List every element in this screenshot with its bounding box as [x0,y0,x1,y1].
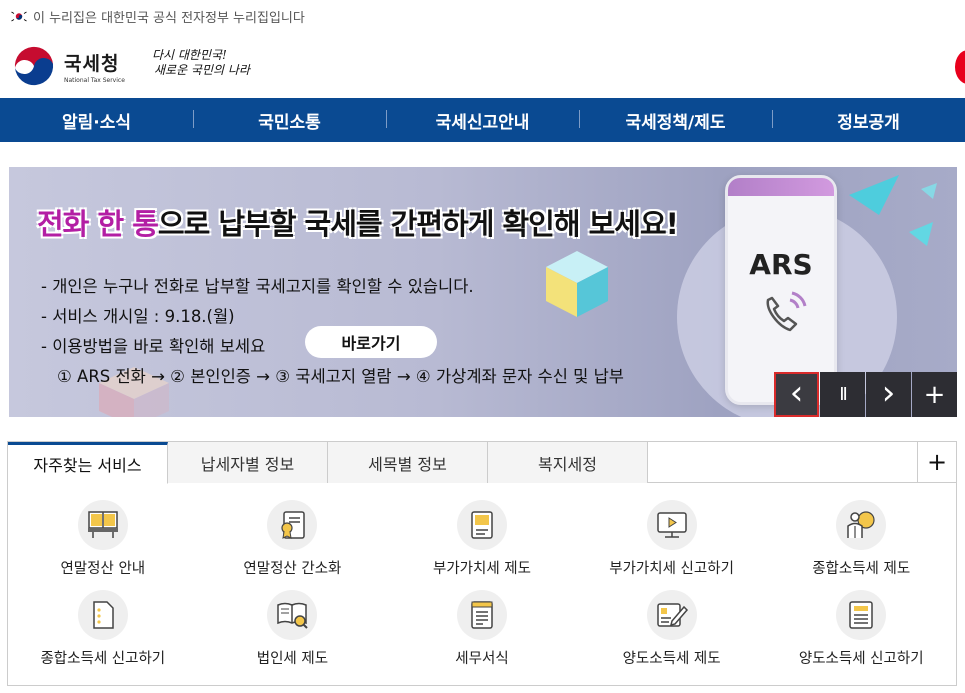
banner-next-button[interactable]: › [866,372,911,417]
tab-frequent-services[interactable]: 자주찾는 서비스 [8,442,168,484]
tab-tax-item-info[interactable]: 세목별 정보 [328,442,488,483]
pause-icon: II [839,384,848,405]
certificate-icon [267,500,318,550]
service-label: 연말정산 안내 [60,561,146,577]
banner-headline-rest: 으로 납부할 국세를 간편하게 확인해 보세요! [157,207,679,241]
service-label: 종합소득세 신고하기 [40,651,166,667]
nav-item-notice[interactable]: 알림·소식 [0,108,193,133]
banner-headline-highlight: 전화 한 통 [37,207,159,241]
service-label: 양도소득세 제도 [622,651,721,667]
tab-taxpayer-info[interactable]: 납세자별 정보 [168,442,328,483]
service-label: 법인세 제도 [256,651,329,667]
service-item[interactable]: 연말정산 간소화 [198,500,388,578]
service-label: 연말정산 간소화 [243,561,342,577]
logo-text-en: National Tax Service [64,76,125,84]
banner-pause-button[interactable]: II [820,372,865,417]
service-item[interactable]: 연말정산 안내 [8,500,198,578]
main-banner: 전화 한 통으로 납부할 국세를 간편하게 확인해 보세요! - 개인은 누구나… [9,167,957,417]
nav-item-tax-filing[interactable]: 국세신고안내 [386,108,579,133]
service-item[interactable]: 종합소득세 신고하기 [8,590,198,668]
service-label: 부가가치세 제도 [432,561,531,577]
nav-item-tax-policy[interactable]: 국세정책/제도 [579,108,772,133]
korea-flag-icon [10,9,28,23]
slogan-line2: 새로운 국민의 나라 [154,63,250,77]
list-doc-icon [836,590,887,640]
pencil-doc-icon [646,590,697,640]
nts-logo[interactable]: 국세청 National Tax Service [12,44,125,88]
banner-prev-button[interactable]: ‹ [774,372,819,417]
decorative-triangle-icon [909,222,933,246]
nav-item-disclosure[interactable]: 정보공개 [772,108,965,133]
site-header: 국세청 National Tax Service 다시 대한민국! 새로운 국민… [0,32,965,98]
service-item[interactable]: 법인세 제도 [198,590,388,668]
banner-bullet-1: - 개인은 누구나 전화로 납부할 국세고지를 확인할 수 있습니다. [41,277,474,296]
services-more-button[interactable]: + [918,442,956,482]
form-icon [456,590,507,640]
service-item[interactable]: 부가가치세 신고하기 [577,500,767,578]
service-item[interactable]: 양도소득세 제도 [577,590,767,668]
service-item[interactable]: 양도소득세 신고하기 [766,590,956,668]
tab-welfare-tax[interactable]: 복지세정 [488,442,648,483]
service-item[interactable]: 종합소득세 제도 [766,500,956,578]
banner-bullet-3: - 이용방법을 바로 확인해 보세요 [41,337,266,356]
services-grid: 연말정산 안내 연말정산 간소화 부가가치세 제도 부가가치세 신고하기 종합소… [8,500,956,668]
monitor-icon [646,500,697,550]
gov-banner-text: 이 누리집은 대한민국 공식 전자정부 누리집입니다 [33,10,305,26]
gov-official-banner: 이 누리집은 대한민국 공식 전자정부 누리집입니다 [0,0,965,32]
decorative-cube-icon [546,251,608,317]
person-bulb-icon [836,500,887,550]
service-item[interactable]: 세무서식 [387,590,577,668]
service-label: 양도소득세 신고하기 [798,651,924,667]
chevron-right-icon: › [881,372,896,413]
service-label: 종합소득세 제도 [812,561,911,577]
services-panel: 자주찾는 서비스 납세자별 정보 세목별 정보 복지세정 + 연말정산 안내 연… [7,441,957,686]
telephone-icon [766,291,807,332]
decorative-triangle-icon [921,183,937,199]
banner-bullet-2: - 서비스 개시일 : 9.18.(월) [41,307,235,326]
main-nav: 알림·소식 국민소통 국세신고안내 국세정책/제도 정보공개 [0,98,965,142]
open-book-icon [77,500,128,550]
phone-ars-text: ARS [749,248,813,281]
taegeuk-emblem-icon [13,45,55,87]
slogan: 다시 대한민국! 새로운 국민의 나라 [152,48,250,78]
book-icon [456,500,507,550]
phone-illustration: ARS [725,175,837,405]
banner-goto-button[interactable]: 바로가기 [305,326,437,358]
banner-steps: ① ARS 전화 → ② 본인인증 → ③ 국세고지 열람 → ④ 가상계좌 문… [57,367,624,386]
banner-headline: 전화 한 통으로 납부할 국세를 간편하게 확인해 보세요! [37,201,679,243]
document-icon [77,590,128,640]
slogan-line1: 다시 대한민국! [152,48,227,62]
plus-icon: + [926,448,948,476]
plus-icon: + [923,379,946,410]
service-label: 세무서식 [455,651,509,667]
service-item[interactable]: 부가가치세 제도 [387,500,577,578]
nav-item-communication[interactable]: 국민소통 [193,108,386,133]
service-label: 부가가치세 신고하기 [609,561,734,577]
decorative-triangle-icon [849,175,899,215]
partial-red-badge[interactable] [955,50,965,84]
logo-text-ko: 국세청 [64,52,120,75]
services-tabs: 자주찾는 서비스 납세자별 정보 세목별 정보 복지세정 + [8,442,956,484]
book-search-icon [267,590,318,640]
banner-more-button[interactable]: + [912,372,957,417]
chevron-left-icon: ‹ [789,372,804,413]
